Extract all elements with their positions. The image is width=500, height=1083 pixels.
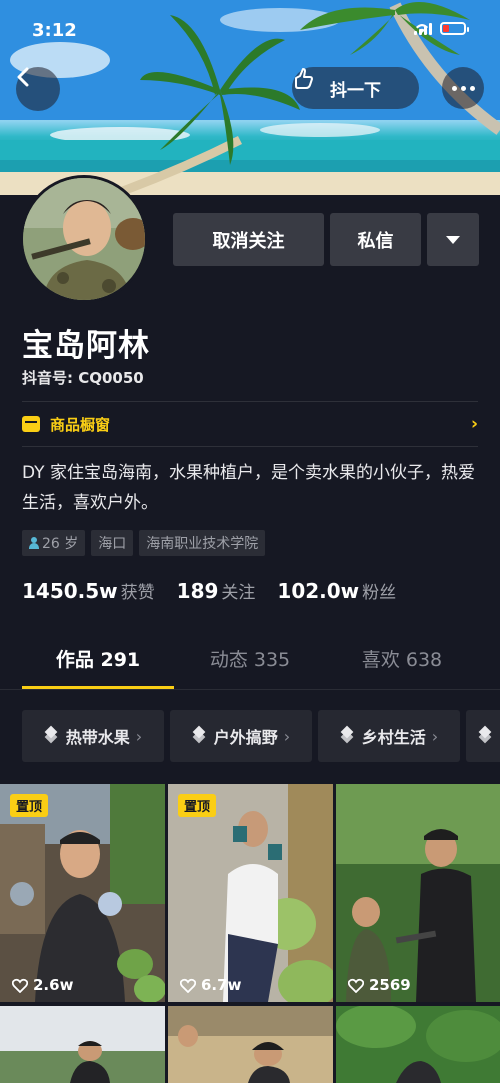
pinned-badge: 置顶	[178, 794, 217, 817]
profile-stats: 1450.5w 获赞 189 关注 102.0w 粉丝	[22, 578, 396, 603]
profile-tags: 26 岁 海口 海南职业技术学院	[22, 530, 266, 556]
heart-icon	[180, 978, 196, 993]
video-tile[interactable]	[0, 1006, 165, 1083]
heart-icon	[348, 978, 364, 993]
stat-followers[interactable]: 102.0w 粉丝	[277, 578, 396, 603]
shake-button[interactable]: 抖一下	[292, 67, 419, 109]
chevron-left-icon	[17, 67, 29, 87]
layers-icon	[192, 728, 208, 744]
tab-dynamics[interactable]: 动态 335	[174, 645, 326, 689]
hand-point-icon	[295, 68, 313, 89]
profile-bio: DY 家住宝岛海南，水果种植户，是个卖水果的小伙子，热爱生活，喜欢户外。	[22, 463, 475, 513]
caret-down-icon	[446, 235, 460, 244]
dot	[451, 85, 457, 91]
message-button[interactable]: 私信	[330, 213, 421, 266]
tab-divider	[0, 689, 500, 690]
collection-chip[interactable]: 户外搞野 ›	[170, 710, 312, 762]
location-tag: 海口	[91, 530, 134, 556]
tab-liked[interactable]: 喜欢 638	[326, 645, 478, 689]
chevron-right-icon: ›	[135, 726, 143, 746]
video-tile[interactable]	[168, 1006, 333, 1083]
video-tile[interactable]: 置顶 2.6w	[0, 784, 165, 1002]
video-thumbnail	[0, 1006, 165, 1083]
more-actions-dropdown[interactable]	[427, 213, 479, 266]
douyin-id: 抖音号: CQ0050	[22, 369, 144, 387]
cover-banner: 3:12 抖一下	[0, 0, 500, 195]
like-count: 6.7w	[180, 976, 241, 994]
divider	[22, 401, 478, 402]
video-tile[interactable]: 置顶 6.7w	[168, 784, 333, 1002]
school-tag: 海南职业技术学院	[139, 530, 266, 556]
stat-following[interactable]: 189 关注	[177, 578, 256, 603]
divider	[22, 446, 478, 447]
unfollow-button[interactable]: 取消关注	[173, 213, 324, 266]
collection-chip[interactable]: 热带水果 ›	[22, 710, 164, 762]
dot	[469, 85, 475, 91]
shop-label: 商品橱窗	[50, 415, 111, 434]
pinned-badge: 置顶	[10, 794, 49, 817]
collection-chips: 热带水果 › 户外搞野 › 乡村生活 ›	[22, 710, 500, 762]
status-bar: 3:12	[0, 0, 500, 56]
chevron-right-icon: ›	[283, 726, 291, 746]
more-options-button[interactable]	[442, 67, 484, 109]
video-thumbnail	[168, 1006, 333, 1083]
avatar[interactable]	[20, 175, 148, 303]
layers-icon	[340, 728, 356, 744]
collection-chip[interactable]: 乡村生活 ›	[318, 710, 460, 762]
layers-icon	[44, 728, 60, 744]
tab-works[interactable]: 作品 291	[22, 645, 174, 689]
profile-name: 宝岛阿林	[22, 328, 150, 364]
collection-chip[interactable]	[466, 710, 500, 762]
content-tabs: 作品 291 动态 335 喜欢 638	[22, 645, 478, 689]
back-button[interactable]	[16, 67, 60, 111]
shop-icon	[22, 416, 40, 432]
shop-window-row[interactable]: 商品橱窗 ›	[22, 405, 478, 443]
age-tag: 26 岁	[22, 530, 86, 556]
video-thumbnail	[336, 1006, 500, 1083]
like-count: 2569	[348, 976, 411, 994]
battery-icon	[440, 22, 469, 35]
avatar-photo	[23, 178, 145, 300]
heart-icon	[12, 978, 28, 993]
video-thumbnail	[336, 784, 500, 1002]
chevron-right-icon: ›	[431, 726, 439, 746]
layers-icon	[478, 728, 494, 744]
stat-likes: 1450.5w 获赞	[22, 579, 155, 603]
wifi-icon	[416, 24, 428, 33]
video-tile[interactable]	[336, 1006, 500, 1083]
like-count: 2.6w	[12, 976, 73, 994]
video-tile[interactable]: 2569	[336, 784, 500, 1002]
shake-label: 抖一下	[330, 80, 381, 101]
person-icon	[29, 537, 39, 549]
dot	[460, 85, 466, 91]
chevron-right-icon: ›	[470, 414, 478, 434]
status-time: 3:12	[32, 20, 77, 41]
